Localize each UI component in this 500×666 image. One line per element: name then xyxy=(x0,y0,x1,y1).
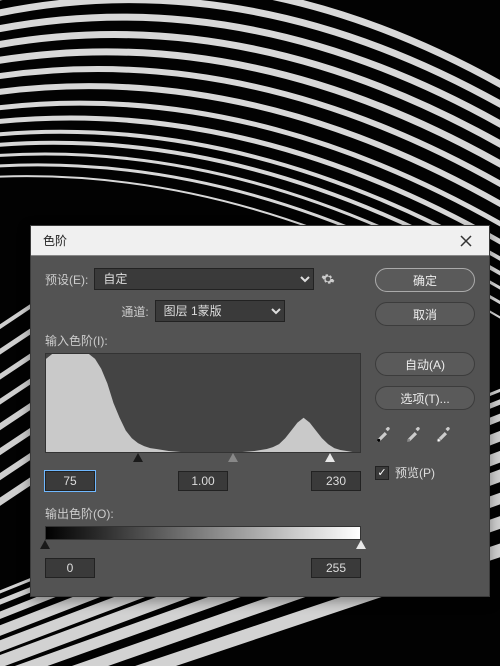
input-gamma-field[interactable] xyxy=(178,471,228,491)
output-white-slider[interactable] xyxy=(356,540,366,549)
levels-dialog: 色阶 预设(E): 自定 通道: 图层 1蒙版 输入色阶(I): xyxy=(30,225,490,597)
eyedropper-gray-icon[interactable] xyxy=(405,426,425,446)
histogram xyxy=(45,353,361,453)
channel-select[interactable]: 图层 1蒙版 xyxy=(155,300,285,322)
input-black-slider[interactable] xyxy=(133,453,143,462)
input-slider-track[interactable] xyxy=(45,453,361,465)
channel-label: 通道: xyxy=(121,303,148,320)
input-white-slider[interactable] xyxy=(325,453,335,462)
preview-label: 预览(P) xyxy=(395,464,435,481)
preset-label: 预设(E): xyxy=(45,271,88,288)
auto-button[interactable]: 自动(A) xyxy=(375,352,475,376)
close-button[interactable] xyxy=(449,230,483,252)
dialog-title: 色阶 xyxy=(37,232,449,249)
input-black-field[interactable] xyxy=(45,471,95,491)
ok-button[interactable]: 确定 xyxy=(375,268,475,292)
cancel-button[interactable]: 取消 xyxy=(375,302,475,326)
output-slider-track[interactable] xyxy=(45,540,361,552)
input-levels-label: 输入色阶(I): xyxy=(45,332,361,349)
preview-checkbox[interactable]: ✓ xyxy=(375,466,389,480)
preset-menu-icon[interactable] xyxy=(320,271,336,287)
preset-select[interactable]: 自定 xyxy=(94,268,314,290)
output-levels-label: 输出色阶(O): xyxy=(45,505,361,522)
dialog-titlebar[interactable]: 色阶 xyxy=(31,226,489,256)
output-black-slider[interactable] xyxy=(40,540,50,549)
eyedropper-white-icon[interactable] xyxy=(435,426,455,446)
options-button[interactable]: 选项(T)... xyxy=(375,386,475,410)
output-white-field[interactable] xyxy=(311,558,361,578)
output-black-field[interactable] xyxy=(45,558,95,578)
input-white-field[interactable] xyxy=(311,471,361,491)
eyedropper-black-icon[interactable] xyxy=(375,426,395,446)
input-gamma-slider[interactable] xyxy=(228,453,238,462)
output-gradient xyxy=(45,526,361,540)
eyedropper-group xyxy=(375,426,475,446)
